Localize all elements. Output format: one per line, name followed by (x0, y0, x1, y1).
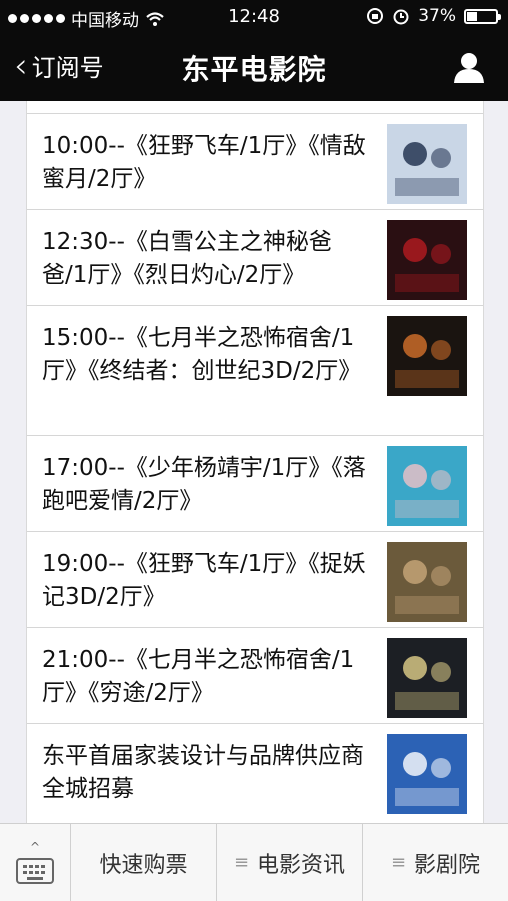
nav-bar: ‹ 订阅号 东平电影院 (0, 34, 508, 101)
list-item[interactable]: 10:00--《狂野飞车/1厅》《情敌蜜月/2厅》 (27, 113, 483, 209)
movie-poster-thumbnail[interactable] (387, 638, 467, 718)
tab-movie-news[interactable]: ≡ 电影资讯 (216, 824, 362, 901)
list-item-text: 东平首届家装设计与品牌供应商全城招募 (42, 743, 364, 802)
list-item[interactable]: 15:00--《七月半之恐怖宿舍/1厅》《终结者：创世纪3D/2厅》 (27, 305, 483, 435)
bottom-tab-bar: ^ 快速购票 ≡ 电影资讯 ≡ 影剧院 (0, 823, 508, 901)
list-item-text: 10:00--《狂野飞车/1厅》《情敌蜜月/2厅》 (42, 133, 366, 192)
poster-image (387, 446, 467, 526)
keyboard-icon (16, 857, 54, 884)
tab-quick-buy-label: 快速购票 (99, 852, 188, 878)
list-item-text: 21:00--《七月半之恐怖宿舍/1厅》《穷途/2厅》 (42, 647, 355, 706)
list-item[interactable]: 17:00--《少年杨靖宇/1厅》《落跑吧爱情/2厅》 (27, 435, 483, 531)
movie-poster-thumbnail[interactable] (387, 220, 467, 300)
movie-poster-thumbnail[interactable] (387, 734, 467, 814)
movie-poster-thumbnail[interactable] (387, 446, 467, 526)
page-title: 东平电影院 (181, 53, 327, 86)
poster-image (387, 638, 467, 718)
poster-image (387, 542, 467, 622)
tab-movie-news-label: 电影资讯 (257, 852, 346, 878)
tab-quick-buy[interactable]: 快速购票 (70, 824, 216, 901)
list-item-text: 17:00--《少年杨靖宇/1厅》《落跑吧爱情/2厅》 (42, 455, 366, 514)
tab-theater[interactable]: ≡ 影剧院 (362, 824, 508, 901)
person-icon[interactable] (452, 50, 486, 84)
rotation-lock-icon (367, 8, 384, 24)
status-bar: 中国移动 12:48 37% (0, 0, 508, 34)
menu-icon: ≡ (390, 852, 407, 873)
battery-fill (467, 11, 478, 21)
menu-icon: ≡ (233, 852, 250, 873)
list-item[interactable]: 21:00--《七月半之恐怖宿舍/1厅》《穷途/2厅》 (27, 627, 483, 723)
list-item-text: 15:00--《七月半之恐怖宿舍/1厅》《终结者：创世纪3D/2厅》 (42, 325, 362, 384)
list-item[interactable]: 19:00--《狂野飞车/1厅》《捉妖记3D/2厅》 (27, 531, 483, 627)
article-content: 10:00--《狂野飞车/1厅》《情敌蜜月/2厅》 12:30--《白雪公主之神秘… (26, 101, 484, 823)
tab-theater-label: 影剧院 (414, 852, 481, 878)
movie-poster-thumbnail[interactable] (387, 124, 467, 204)
battery-percent: 37% (418, 6, 456, 26)
alarm-icon (393, 9, 409, 25)
poster-image (387, 124, 467, 204)
schedule-list: 10:00--《狂野飞车/1厅》《情敌蜜月/2厅》 12:30--《白雪公主之神秘… (27, 113, 483, 823)
poster-image (387, 316, 467, 396)
movie-poster-thumbnail[interactable] (387, 542, 467, 622)
battery-icon (464, 8, 501, 24)
top-bar: 中国移动 12:48 37% ‹ 订阅号 东平电影院 (0, 0, 508, 101)
keyboard-toggle[interactable]: ^ (0, 824, 70, 901)
list-item[interactable]: 东平首届家装设计与品牌供应商全城招募 (27, 723, 483, 823)
poster-image (387, 734, 467, 814)
status-right: 37% (366, 6, 501, 26)
movie-poster-thumbnail[interactable] (387, 316, 467, 396)
poster-image (387, 220, 467, 300)
list-item-text: 19:00--《狂野飞车/1厅》《捉妖记3D/2厅》 (42, 551, 366, 610)
caret-up-icon: ^ (29, 839, 41, 854)
list-item[interactable]: 12:30--《白雪公主之神秘爸爸/1厅》《烈日灼心/2厅》 (27, 209, 483, 305)
list-item-text: 12:30--《白雪公主之神秘爸爸/1厅》《烈日灼心/2厅》 (42, 229, 332, 288)
